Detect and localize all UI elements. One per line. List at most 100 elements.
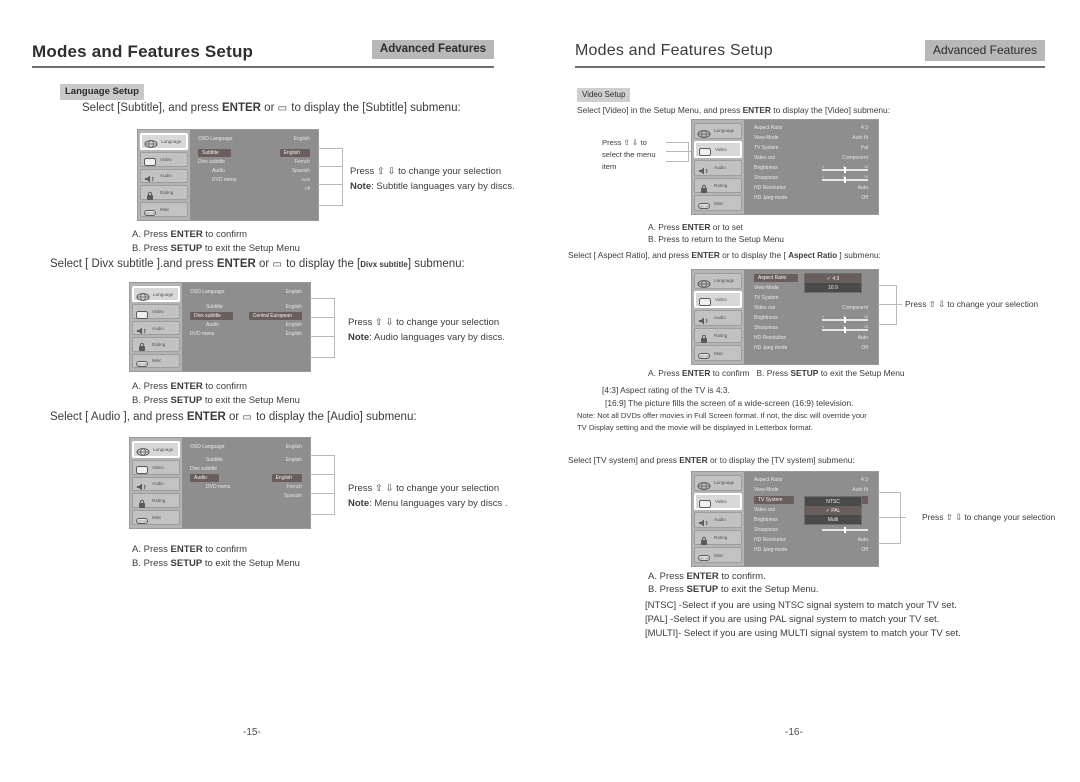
osd-tab-audio[interactable]: Audio <box>694 512 742 528</box>
osd-row[interactable]: Audio English <box>188 320 304 329</box>
osd-row-brightness[interactable]: Brightness 1816 <box>752 313 870 323</box>
osd-tab-video[interactable]: Video <box>140 151 188 167</box>
osd-tab-language[interactable]: Language <box>140 133 188 150</box>
osd-tab-misc[interactable]: SETUP Misc <box>694 195 742 211</box>
osd-row[interactable]: Spanish <box>188 491 304 500</box>
osd-tab-language[interactable]: Language <box>694 475 742 491</box>
osd-row-selected[interactable]: Divx subtitle Central European <box>188 311 304 320</box>
osd-row-key: Aspect Ratio <box>754 125 783 131</box>
tv-icon <box>135 462 149 475</box>
dropdown-option-selected[interactable]: ✓ PAL <box>805 506 861 515</box>
osd-tab-rating[interactable]: Rating <box>694 177 742 194</box>
osd-tab-label: Misc <box>714 350 724 356</box>
dropdown-option[interactable]: NTSC <box>805 497 861 506</box>
osd-row[interactable]: Divx subtitle <box>188 464 304 473</box>
osd-row-value: English <box>285 303 302 310</box>
osd-row[interactable]: TV System <box>752 293 870 303</box>
osd-menu-aspect-ratio: Language Video Audio Rating SETUP Misc A… <box>692 270 878 364</box>
osd-tab-misc[interactable]: SETUP Misc <box>132 353 180 369</box>
osd-row[interactable]: Aspect Ratio 4:3 <box>752 475 870 485</box>
osd-tab-language[interactable]: Language <box>132 286 180 303</box>
osd-row-sharpness[interactable]: Sharpness <box>752 525 870 535</box>
osd-row[interactable]: HD Jpeg mode Off <box>752 193 870 203</box>
osd-row-sharpness[interactable]: Sharpness 1816 <box>752 323 870 333</box>
osd-row[interactable]: HD Resolution Auto <box>752 333 870 343</box>
osd-tab-misc[interactable]: SETUP Misc <box>132 510 180 525</box>
sharpness-slider[interactable]: 1 8 16 <box>822 175 868 183</box>
osd-tab-rating[interactable]: Rating <box>140 185 188 201</box>
left-page-header: Modes and Features Setup Advanced Featur… <box>32 40 494 76</box>
osd-row-sharpness[interactable]: Sharpness 1 8 16 <box>752 173 870 183</box>
osd-tab-misc[interactable]: SETUP Misc <box>694 547 742 563</box>
osd-tab-rating[interactable]: Rating <box>694 327 742 344</box>
osd-row-key: HD Resolution <box>754 335 787 341</box>
osd-row[interactable]: HD Jpeg mode Off <box>752 545 870 555</box>
osd-tab-misc[interactable]: SETUP Misc <box>694 345 742 361</box>
dropdown-option[interactable]: Multi <box>805 515 861 524</box>
brightness-slider[interactable]: 1 8 16 <box>822 165 868 173</box>
slider-track[interactable] <box>822 177 868 183</box>
osd-tab-video[interactable]: Video <box>694 140 742 159</box>
lock-icon <box>697 181 711 193</box>
osd-row[interactable]: DVD menu Auto <box>196 175 312 184</box>
slider-track[interactable] <box>822 317 868 323</box>
osd-sidebar: Language Video Audio Rating SETUP Misc <box>130 438 182 528</box>
osd-row[interactable]: HD Jpeg mode Off <box>752 343 870 353</box>
osd-tab-language[interactable]: Language <box>694 123 742 139</box>
tv-system-dropdown[interactable]: NTSC ✓ PAL Multi <box>804 496 862 525</box>
slider-track[interactable] <box>822 327 868 333</box>
osd-row[interactable]: Video out Component <box>752 303 870 313</box>
osd-tab-video[interactable]: Video <box>694 492 742 511</box>
osd-tab-misc[interactable]: SETUP Misc <box>140 202 188 217</box>
osd-row[interactable]: DVD menu English <box>188 329 304 338</box>
sharpness-slider[interactable]: 1816 <box>822 325 868 333</box>
osd-row[interactable]: HD Resolution Auto <box>752 535 870 545</box>
osd-row[interactable]: OSD Language English <box>196 134 312 143</box>
osd-row[interactable]: OSD Language English <box>188 287 304 296</box>
osd-row[interactable]: OSD Language English <box>188 442 304 451</box>
osd-row-selected[interactable]: Audio English <box>188 473 304 482</box>
osd-tab-audio[interactable]: Audio <box>132 476 180 492</box>
osd-row[interactable]: Aspect Ratio 4:3 <box>752 123 870 133</box>
osd-tab-rating[interactable]: Rating <box>694 529 742 546</box>
osd-tab-rating[interactable]: Rating <box>132 337 180 352</box>
osd-row[interactable]: Subtitle English <box>188 302 304 311</box>
osd-tab-video[interactable]: Video <box>132 304 180 319</box>
slider-track[interactable] <box>822 167 868 173</box>
osd-tab-audio[interactable]: Audio <box>140 168 188 184</box>
osd-row[interactable]: DVD menu French <box>188 482 304 491</box>
osd-row-selected[interactable]: Subtitle English <box>196 148 312 157</box>
osd-row-value: Auto <box>301 177 310 182</box>
osd-tab-language[interactable]: Language <box>694 273 742 289</box>
osd-row-value: French <box>294 158 310 165</box>
osd-tab-language[interactable]: Language <box>132 441 180 458</box>
osd-row[interactable]: HD Resolution Auto <box>752 183 870 193</box>
right-arrow-icon: ▭ <box>242 412 253 423</box>
osd-tab-audio[interactable]: Audio <box>694 310 742 326</box>
osd-row[interactable]: Off <box>196 184 312 193</box>
osd-row[interactable]: Video out Component <box>752 153 870 163</box>
osd-tab-video[interactable]: Video <box>132 459 180 475</box>
aspect-note-43: [4:3] Aspect rating of the TV is 4:3. <box>602 385 730 395</box>
osd-row[interactable]: View Mode Auto fit <box>752 485 870 495</box>
slider-track[interactable] <box>822 527 868 533</box>
dropdown-option-selected[interactable]: ✓ 4:3 <box>805 274 861 283</box>
osd-tab-audio[interactable]: Audio <box>694 160 742 176</box>
instruction-target: Aspect Ratio <box>788 251 838 260</box>
osd-row[interactable]: Audio Spanish <box>196 166 312 175</box>
instruction-text-2: or to display the [ <box>719 250 789 260</box>
osd-row[interactable]: Divx subtitle French <box>196 157 312 166</box>
brightness-slider[interactable]: 1816 <box>822 315 868 323</box>
osd-tab-label: Video <box>715 146 727 152</box>
osd-tab-video[interactable]: Video <box>694 290 742 309</box>
osd-row-value: English <box>285 443 302 450</box>
osd-row[interactable]: Subtitle English <box>188 455 304 464</box>
aspect-ratio-dropdown[interactable]: ✓ 4:3 16:9 <box>804 273 862 293</box>
osd-tab-audio[interactable]: Audio <box>132 320 180 336</box>
dropdown-option[interactable]: 16:9 <box>805 283 861 292</box>
osd-row[interactable]: TV System Pal <box>752 143 870 153</box>
osd-tab-label: Language <box>714 278 735 284</box>
osd-tab-rating[interactable]: Rating <box>132 493 180 509</box>
osd-row-brightness[interactable]: Brightness 1 8 16 <box>752 163 870 173</box>
osd-row[interactable]: View Mode Auto fit <box>752 133 870 143</box>
